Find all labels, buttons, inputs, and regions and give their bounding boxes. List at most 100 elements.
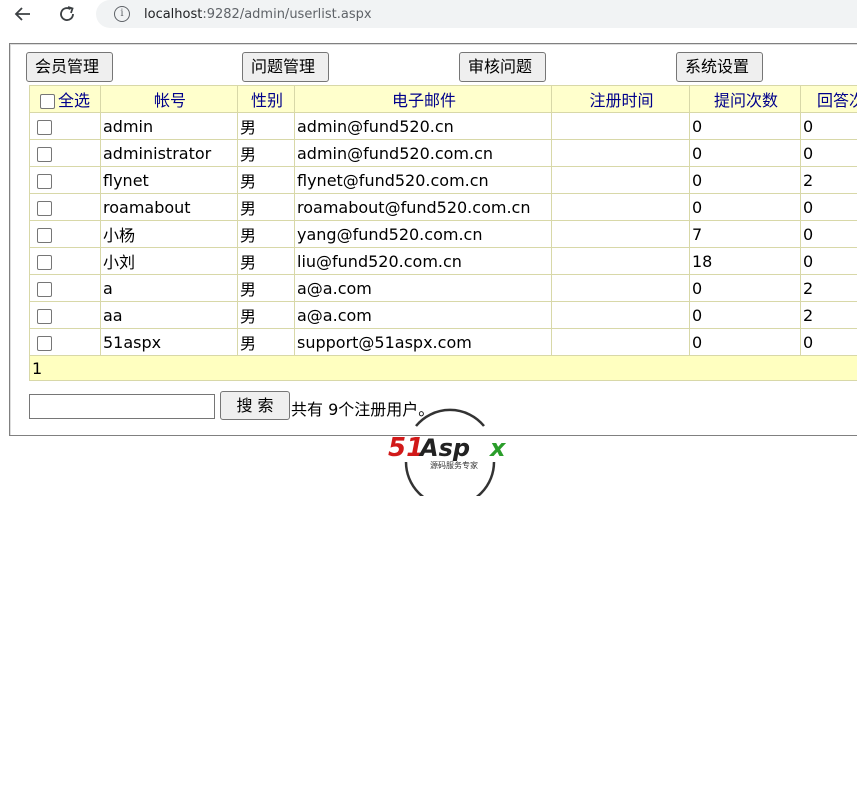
- cell-register-time: [551, 247, 690, 275]
- member-management-button[interactable]: 会员管理: [26, 52, 113, 82]
- row-select-cell: [29, 112, 101, 140]
- back-arrow-icon: [14, 7, 30, 21]
- row-checkbox[interactable]: [37, 173, 52, 189]
- row-select-cell: [29, 220, 101, 248]
- cell-email: a@a.com: [294, 274, 552, 302]
- question-management-button[interactable]: 问题管理: [242, 52, 329, 82]
- cell-gender: 男: [237, 112, 295, 140]
- back-button[interactable]: [10, 2, 36, 26]
- cell-answer-count: 0: [800, 112, 857, 140]
- row-checkbox[interactable]: [37, 119, 52, 135]
- cell-register-time: [551, 112, 690, 140]
- header-question-count: 提问次数: [689, 85, 801, 113]
- pager-page-1[interactable]: 1: [29, 355, 857, 381]
- cell-register-time: [551, 220, 690, 248]
- row-select-cell: [29, 166, 101, 194]
- cell-account: a: [100, 274, 238, 302]
- cell-gender: 男: [237, 139, 295, 167]
- cell-gender: 男: [237, 301, 295, 329]
- logo-51-text: 51: [388, 433, 424, 463]
- table-row: roamabout 男 roamabout@fund520.com.cn 0 0: [29, 193, 857, 221]
- cell-answer-count: 0: [800, 139, 857, 167]
- reload-button[interactable]: [54, 2, 80, 26]
- cell-email: admin@fund520.com.cn: [294, 139, 552, 167]
- table-row: flynet 男 flynet@fund520.com.cn 0 2: [29, 166, 857, 194]
- row-select-cell: [29, 193, 101, 221]
- logo-asp-text: Asp: [418, 434, 470, 462]
- row-checkbox[interactable]: [37, 335, 52, 351]
- cell-account: aa: [100, 301, 238, 329]
- table-row: a 男 a@a.com 0 2: [29, 274, 857, 302]
- cell-gender: 男: [237, 166, 295, 194]
- header-account: 帐号: [100, 85, 238, 113]
- cell-email: a@a.com: [294, 301, 552, 329]
- cell-account: 小刘: [100, 247, 238, 275]
- cell-answer-count: 0: [800, 193, 857, 221]
- cell-question-count: 0: [689, 166, 801, 194]
- cell-gender: 男: [237, 274, 295, 302]
- info-icon[interactable]: i: [114, 6, 130, 22]
- cell-email: roamabout@fund520.com.cn: [294, 193, 552, 221]
- cell-question-count: 0: [689, 328, 801, 356]
- header-answer-count: 回答次: [800, 85, 857, 113]
- row-checkbox[interactable]: [37, 227, 52, 243]
- cell-answer-count: 2: [800, 166, 857, 194]
- select-all-checkbox[interactable]: [40, 94, 55, 109]
- cell-account: 小杨: [100, 220, 238, 248]
- table-header-row: 全选 帐号 性别 电子邮件 注册时间 提问次数 回答次: [29, 85, 857, 113]
- cell-email: support@51aspx.com: [294, 328, 552, 356]
- cell-email: flynet@fund520.com.cn: [294, 166, 552, 194]
- cell-gender: 男: [237, 193, 295, 221]
- cell-question-count: 18: [689, 247, 801, 275]
- header-register-time: 注册时间: [551, 85, 690, 113]
- cell-question-count: 0: [689, 112, 801, 140]
- table-row: 小杨男 yang@fund520.com.cn 7 0: [29, 220, 857, 248]
- cell-question-count: 7: [689, 220, 801, 248]
- row-checkbox[interactable]: [37, 281, 52, 297]
- row-select-cell: [29, 328, 101, 356]
- cell-question-count: 0: [689, 274, 801, 302]
- row-checkbox[interactable]: [37, 200, 52, 216]
- cell-register-time: [551, 328, 690, 356]
- cell-account: 51aspx: [100, 328, 238, 356]
- table-row: administrator 男 admin@fund520.com.cn 0 0: [29, 139, 857, 167]
- table-row: 51aspx 男 support@51aspx.com 0 0: [29, 328, 857, 356]
- cell-answer-count: 0: [800, 247, 857, 275]
- browser-toolbar: i localhost:9282/admin/userlist.aspx: [0, 0, 857, 30]
- select-all-label[interactable]: 全选: [58, 91, 90, 110]
- row-checkbox[interactable]: [37, 254, 52, 270]
- cell-register-time: [551, 139, 690, 167]
- row-select-cell: [29, 247, 101, 275]
- search-input[interactable]: [29, 394, 215, 419]
- table-row: aa 男 a@a.com 0 2: [29, 301, 857, 329]
- cell-email: yang@fund520.com.cn: [294, 220, 552, 248]
- select-all-cell: 全选: [29, 85, 101, 113]
- cell-account: flynet: [100, 166, 238, 194]
- cell-answer-count: 0: [800, 328, 857, 356]
- cell-account: admin: [100, 112, 238, 140]
- logo-x-text: x: [489, 434, 507, 462]
- search-button[interactable]: 搜 索: [220, 391, 290, 420]
- table-row: 小刘男 liu@fund520.com.cn 18 0: [29, 247, 857, 275]
- user-table: 全选 帐号 性别 电子邮件 注册时间 提问次数 回答次 admin男admin@…: [29, 85, 857, 381]
- cell-gender: 男: [237, 247, 295, 275]
- cell-email: liu@fund520.com.cn: [294, 247, 552, 275]
- row-checkbox[interactable]: [37, 308, 52, 324]
- pager-row: 1: [29, 355, 857, 381]
- cell-email: admin@fund520.cn: [294, 112, 552, 140]
- review-questions-button[interactable]: 审核问题: [459, 52, 546, 82]
- header-email: 电子邮件: [294, 85, 552, 113]
- cell-register-time: [551, 166, 690, 194]
- cell-register-time: [551, 301, 690, 329]
- row-checkbox[interactable]: [37, 146, 52, 162]
- logo-slogan-text: 源码服务专家: [430, 460, 478, 470]
- url-text[interactable]: localhost:9282/admin/userlist.aspx: [144, 7, 372, 22]
- table-row: admin 男 admin@fund520.cn 0 0: [29, 112, 857, 140]
- system-settings-button[interactable]: 系统设置: [676, 52, 763, 82]
- cell-answer-count: 0: [800, 220, 857, 248]
- cell-answer-count: 2: [800, 301, 857, 329]
- cell-register-time: [551, 193, 690, 221]
- cell-gender: 男: [237, 220, 295, 248]
- address-bar[interactable]: i localhost:9282/admin/userlist.aspx: [96, 0, 857, 28]
- cell-account: roamabout: [100, 193, 238, 221]
